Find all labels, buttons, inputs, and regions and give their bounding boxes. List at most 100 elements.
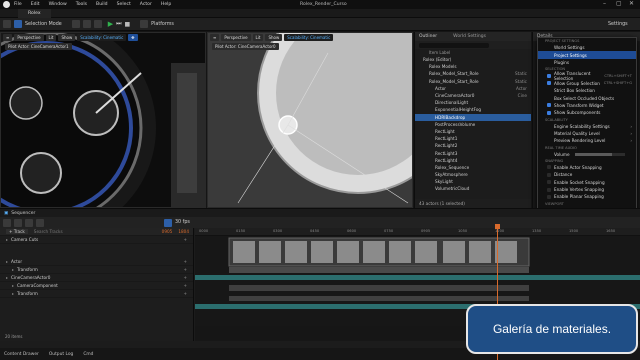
track-row[interactable]: ▸ CineCameraActor0 + (0, 274, 193, 282)
settings-button[interactable]: Settings (608, 22, 628, 27)
outliner-row[interactable]: VolumetricCloud (415, 185, 531, 192)
outliner-row[interactable]: RectLight2 (415, 142, 531, 149)
blueprint-icon[interactable] (82, 20, 91, 28)
menu-item[interactable]: Plugins (538, 59, 636, 66)
menu-window[interactable]: Window (49, 2, 67, 7)
pilot-actor-label[interactable]: Pilot Actor: CineCameraActor1 (5, 43, 72, 50)
add-key-icon[interactable]: + (183, 275, 187, 280)
menu-file[interactable]: File (14, 2, 22, 7)
outliner-row[interactable]: RectLight3 (415, 149, 531, 156)
outliner-row[interactable]: RectLight (415, 128, 531, 135)
menu-submenu-item[interactable]: Material Quality Level › (538, 130, 636, 137)
translate-tool-icon[interactable]: ✥ (128, 34, 138, 41)
lit-button[interactable]: Lit (45, 34, 57, 41)
play-icon[interactable]: ▶ (108, 20, 113, 28)
outliner-column-header[interactable]: Item Label (415, 49, 531, 56)
outliner-row[interactable]: PostProcessVolume (415, 121, 531, 128)
selection-mode-icon[interactable] (14, 20, 22, 28)
perspective-button[interactable]: Perspective (14, 34, 44, 41)
stop-icon[interactable]: ■ (125, 21, 131, 28)
add-actor-icon[interactable] (71, 20, 80, 28)
track-row[interactable]: ▸ Transform + (0, 290, 193, 298)
render-icon[interactable] (25, 218, 33, 227)
menu-checkbox-item[interactable]: Enable Planar Snapping (538, 193, 636, 200)
volume-slider[interactable]: Volume (538, 151, 636, 158)
snap-icon[interactable] (164, 218, 172, 227)
track-search-input[interactable]: Search Tracks (34, 229, 104, 234)
scalability-button[interactable]: Scalability: Cinematic (284, 34, 334, 41)
current-frame[interactable]: 0905 (162, 229, 173, 234)
menu-checkbox-item[interactable]: Enable Socket Snapping (538, 178, 636, 185)
menu-checkbox-item[interactable]: Show Transform Widget (538, 102, 636, 109)
menu-build[interactable]: Build (96, 2, 108, 7)
menu-edit[interactable]: Edit (31, 2, 40, 7)
expand-arrow-icon[interactable]: ▸ (12, 291, 14, 296)
outliner-row[interactable]: Rolex_Model_Start_Role Static (415, 70, 531, 77)
tab-world-settings[interactable]: World Settings (453, 34, 486, 39)
menu-item[interactable]: Project Settings (538, 51, 636, 59)
save-icon[interactable] (3, 218, 11, 227)
selection-mode-dropdown[interactable]: Selection Mode (25, 22, 62, 27)
tab-level[interactable]: Rolex (18, 8, 51, 18)
outliner-row[interactable]: DirectionalLight (415, 99, 531, 106)
show-button[interactable]: Show (58, 34, 76, 41)
playhead-handle[interactable] (495, 224, 500, 229)
platforms-button[interactable]: Platforms (151, 22, 174, 27)
outliner-row[interactable]: Rolex_Model_Start_Role Static (415, 78, 531, 85)
output-log-button[interactable]: Output Log (49, 352, 74, 357)
outliner-row[interactable]: HDRIBackdrop (415, 113, 531, 121)
add-key-icon[interactable]: + (183, 267, 187, 272)
menu-checkbox-item[interactable]: Enable Vertex Snapping (538, 186, 636, 193)
camera-icon[interactable] (36, 218, 44, 227)
cinematics-icon[interactable] (93, 20, 102, 28)
menu-item[interactable]: World Settings (538, 44, 636, 51)
outliner-search-input[interactable] (419, 42, 489, 48)
expand-arrow-icon[interactable]: ▸ (12, 267, 14, 272)
track-row[interactable]: ▸ Camera Cuts + (0, 236, 193, 244)
add-key-icon[interactable]: + (183, 283, 187, 288)
outliner-row[interactable]: Actor Actor (415, 85, 531, 92)
timeline-ruler[interactable]: 0000 0150 0300 0450 0600 0750 0905 1050 1200 1350… (195, 228, 640, 236)
menu-submenu-item[interactable]: Engine Scalability Settings › (538, 123, 636, 130)
perspective-button[interactable]: Perspective (221, 34, 251, 41)
menu-checkbox-item[interactable]: Enable Actor Snapping (538, 164, 636, 171)
menu-help[interactable]: Help (161, 2, 171, 7)
add-key-icon[interactable]: + (183, 291, 187, 296)
skip-icon[interactable]: ⏭ (116, 20, 121, 28)
menu-tools[interactable]: Tools (76, 2, 87, 7)
add-track-button[interactable]: + Track (6, 229, 28, 234)
volume-track[interactable] (574, 152, 625, 156)
add-key-icon[interactable]: + (183, 259, 187, 264)
menu-checkbox-item[interactable]: Strict Box Selection (538, 87, 636, 94)
content-drawer-button[interactable]: Content Drawer (4, 352, 39, 357)
menu-checkbox-item[interactable]: Allow Group Selection CTRL+SHIFT+G (538, 80, 636, 87)
expand-arrow-icon[interactable]: ▸ (6, 259, 8, 264)
maximize-icon[interactable]: ▢ (616, 0, 622, 7)
close-icon[interactable]: ✕ (629, 0, 634, 7)
track-row[interactable]: ▸ Transform + (0, 266, 193, 274)
viewport-options-icon[interactable]: ≡ (3, 34, 13, 41)
expand-arrow-icon[interactable]: ▸ (12, 283, 14, 288)
track-row[interactable]: ▸ Actor + (0, 258, 193, 266)
add-key-icon[interactable]: + (183, 237, 187, 242)
menu-select[interactable]: Select (117, 2, 131, 7)
outliner-row[interactable]: ExponentialHeightFog (415, 106, 531, 113)
outliner-row[interactable]: CineCameraActor0 Cine (415, 92, 531, 99)
cmd-input[interactable]: Cmd (83, 352, 93, 357)
menu-actor[interactable]: Actor (140, 2, 152, 7)
viewport-right[interactable]: ≡ Perspective Lit Show Scalability: Cine… (207, 32, 413, 208)
find-icon[interactable] (14, 218, 22, 227)
viewport-left[interactable]: ≡ Perspective Lit Show Scalability: Cine… (0, 32, 206, 208)
scalability-button[interactable]: Scalability: Cinematic (77, 34, 127, 41)
end-frame[interactable]: 1804 (178, 229, 189, 234)
show-button[interactable]: Show (265, 34, 283, 41)
minimize-icon[interactable]: – (603, 0, 606, 7)
platforms-icon[interactable] (140, 20, 149, 28)
track-row[interactable]: ▸ CameraComponent + (0, 282, 193, 290)
menu-checkbox-item[interactable]: Allow Translucent Selection CTRL+SHIFT+T (538, 71, 636, 81)
tab-sequencer[interactable]: Sequencer (11, 211, 35, 216)
outliner-row[interactable]: SkyAtmosphere (415, 171, 531, 178)
outliner-row[interactable]: Rolex Models (415, 63, 531, 70)
tab-outliner[interactable]: Outliner (419, 34, 437, 39)
outliner-row[interactable]: SkyLight (415, 178, 531, 185)
